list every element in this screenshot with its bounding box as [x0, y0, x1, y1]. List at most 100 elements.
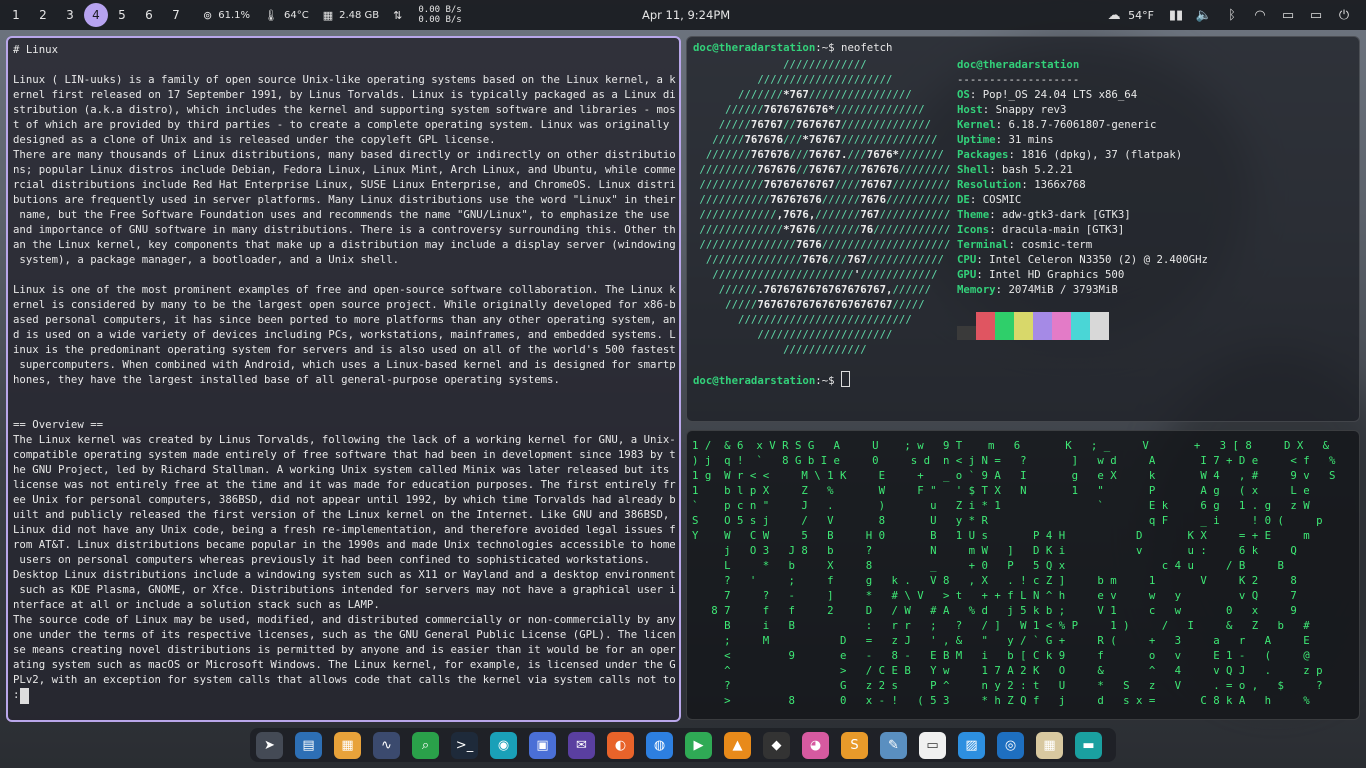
battery-icon[interactable]: ▭: [1302, 8, 1330, 23]
prompt-suffix: :~$: [815, 41, 842, 54]
logo-line: /////////767676//76767///767676////////: [693, 163, 951, 176]
image-editor-icon[interactable]: ▨: [958, 731, 985, 759]
logo-line: ///////////76767676//////7676//////////: [693, 193, 951, 206]
cpu-icon: ⊚: [203, 8, 213, 22]
firefox-icon[interactable]: ◐: [607, 731, 634, 759]
terminal-window-neofetch[interactable]: doc@theradarstation:~$ neofetch ////////…: [686, 36, 1360, 422]
info-title: doc@theradarstation: [957, 58, 1080, 71]
logo-line: //////.7676767676767676767,//////: [693, 283, 932, 296]
color-swatch: [995, 312, 1014, 340]
info-line: Host: Snappy rev3: [957, 103, 1067, 116]
camera-icon[interactable]: ◎: [997, 731, 1024, 759]
workspaces-icon[interactable]: ▤: [295, 731, 322, 759]
logo-line: //////7676767676*//////////////: [693, 103, 925, 116]
terminal-window-matrix[interactable]: 1 / & 6 x V R S G A U ; w 9 T m 6 K ; _ …: [686, 430, 1360, 720]
info-line: Packages: 1816 (dpkg), 37 (flatpak): [957, 148, 1183, 161]
info-line: DE: COSMIC: [957, 193, 1022, 206]
top-panel: 1 2 3 4 5 6 7 ⊚ 61.1% 🌡 64°C ▦ 2.48 GB ⇅…: [0, 0, 1366, 30]
command-line: doc@theradarstation:~$ neofetch: [693, 41, 893, 54]
vlc-icon[interactable]: ▲: [724, 731, 751, 759]
files-icon[interactable]: ▬: [1075, 731, 1102, 759]
search-icon[interactable]: ⌕: [412, 731, 439, 759]
info-line: Icons: dracula-main [GTK3]: [957, 223, 1125, 236]
memory-value: 2.48 GB: [339, 9, 380, 21]
memory-indicator[interactable]: ▦ 2.48 GB: [323, 9, 379, 22]
inkscape-icon[interactable]: ◆: [763, 731, 790, 759]
workspace-switcher: 1 2 3 4 5 6 7: [2, 3, 189, 27]
logo-line: ///////////////////////////: [693, 313, 912, 326]
info-line: CPU: Intel Celeron N3350 (2) @ 2.400GHz: [957, 253, 1208, 266]
info-line: GPU: Intel HD Graphics 500: [957, 268, 1125, 281]
system-info: doc@theradarstation ------------------- …: [957, 57, 1208, 297]
clock[interactable]: Apr 11, 9:24PM: [642, 8, 730, 22]
color-swatch: [976, 312, 995, 340]
matrix-rain: 1 / & 6 x V R S G A U ; w 9 T m 6 K ; _ …: [692, 439, 1336, 707]
thermometer-icon: 🌡: [264, 8, 278, 22]
dock: ➤ ▤ ▦ ∿ ⌕ >_ ◉ ▣ ✉ ◐ ◍ ▶ ▲ ◆ ◕ S ✎ ▭ ▨ ◎ ▦ ▬: [250, 728, 1116, 762]
launcher-icon[interactable]: ➤: [256, 731, 283, 759]
logo-line: //////////76767676767////76767/////////: [693, 178, 951, 191]
logo-line: //////////////////////'////////////: [693, 268, 938, 281]
logo-line: ///////////////7676///767////////////: [693, 253, 944, 266]
info-line: Resolution: 1366x768: [957, 178, 1086, 191]
cpu-value: 61.1%: [218, 9, 250, 21]
bluetooth-icon[interactable]: ᛒ: [1218, 8, 1246, 23]
image-viewer-icon[interactable]: ◕: [802, 731, 829, 759]
weather-icon[interactable]: ☁: [1100, 8, 1128, 23]
screenshot-icon[interactable]: ◉: [490, 731, 517, 759]
info-line: Terminal: cosmic-term: [957, 238, 1093, 251]
temperature-value: 64°C: [283, 9, 309, 21]
workspace-5[interactable]: 5: [109, 4, 135, 26]
prompt-suffix-2: :~$: [815, 374, 842, 387]
cpu-indicator[interactable]: ⊚ 61.1%: [203, 9, 250, 22]
info-lines: OS: Pop!_OS 24.04 LTS x86_64 Host: Snappy…: [957, 87, 1208, 297]
system-tray: ☁ 54°F ▮▮ 🔈 ᛒ ◠ ▭ ▭ ⏻: [1100, 0, 1358, 30]
prompt-user-2: doc@theradarstation: [693, 374, 816, 387]
mail-icon[interactable]: ✉: [568, 731, 595, 759]
logo-line: ///////*767////////////////: [693, 88, 912, 101]
weather-temp[interactable]: 54°F: [1128, 9, 1154, 22]
app-library-icon[interactable]: ▦: [334, 731, 361, 759]
command-text: neofetch: [841, 41, 893, 54]
memory-icon: ▦: [322, 8, 334, 22]
document-viewer-icon[interactable]: ▭: [919, 731, 946, 759]
network-indicator[interactable]: ⇅ 0.00 B/s 0.00 B/s: [393, 5, 462, 25]
sublime-text-icon[interactable]: S: [841, 731, 868, 759]
volume-icon[interactable]: 🔈: [1190, 8, 1218, 23]
notifications-icon[interactable]: ▭: [1274, 8, 1302, 23]
workspace-3[interactable]: 3: [57, 4, 83, 26]
temperature-indicator[interactable]: 🌡 64°C: [264, 9, 309, 22]
logo-line: /////////////: [693, 58, 867, 71]
text-editor-icon[interactable]: ✎: [880, 731, 907, 759]
terminal-icon[interactable]: >_: [451, 731, 478, 759]
workspace-4[interactable]: 4: [84, 3, 108, 27]
system-monitor-icon[interactable]: ∿: [373, 731, 400, 759]
info-line: Uptime: 31 mins: [957, 133, 1054, 146]
calculator-icon[interactable]: ▦: [1036, 731, 1063, 759]
network-up: 0.00 B/s: [418, 5, 462, 15]
network-speeds: 0.00 B/s 0.00 B/s: [418, 5, 461, 25]
logo-line: /////////////////////: [693, 328, 893, 341]
command-line-2[interactable]: doc@theradarstation:~$: [693, 371, 851, 387]
power-icon[interactable]: ⏻: [1330, 8, 1358, 23]
distro-logo: ///////////// ///////////////////// ////…: [693, 57, 950, 357]
browser-icon[interactable]: ◍: [646, 731, 673, 759]
workspace-6[interactable]: 6: [136, 4, 162, 26]
logo-line: ///////////////7676////////////////////: [693, 238, 951, 251]
color-palette: [957, 312, 1109, 340]
logo-line: ////////////,7676,///////767///////////: [693, 208, 951, 221]
info-line: Kernel: 6.18.7-76061807-generic: [957, 118, 1157, 131]
text-cursor: [20, 688, 29, 704]
media-player-icon[interactable]: ▶: [685, 731, 712, 759]
workspace-1[interactable]: 1: [3, 4, 29, 26]
workspace-2[interactable]: 2: [30, 4, 56, 26]
color-swatch: [957, 326, 976, 340]
terminal-cursor: [841, 371, 851, 387]
wifi-icon[interactable]: ◠: [1246, 8, 1274, 23]
window-tiling-icon[interactable]: ▮▮: [1162, 8, 1190, 23]
terminal-window-left[interactable]: # Linux Linux ( LIN-uuks) is a family of…: [6, 36, 681, 722]
color-swatch: [1090, 312, 1109, 340]
store-icon[interactable]: ▣: [529, 731, 556, 759]
workspace-7[interactable]: 7: [163, 4, 189, 26]
logo-line: /////////////////////: [693, 73, 893, 86]
